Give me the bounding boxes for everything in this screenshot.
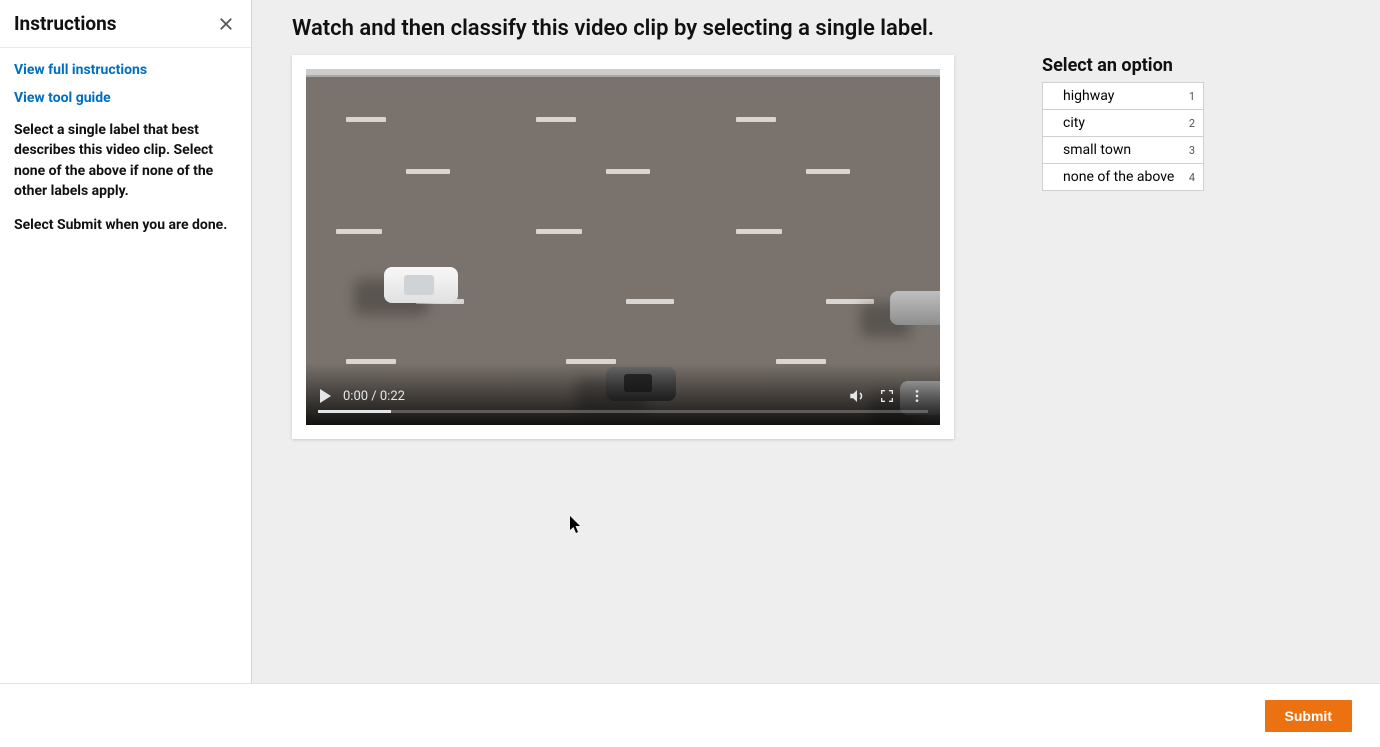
volume-icon[interactable] [848, 387, 866, 405]
cursor-icon [570, 516, 582, 534]
option-small-town[interactable]: small town 3 [1042, 137, 1204, 164]
options-panel: Select an option highway 1 city 2 small … [1042, 55, 1204, 191]
submit-button[interactable]: Submit [1265, 700, 1352, 732]
fullscreen-icon[interactable] [878, 387, 896, 405]
sidebar-title: Instructions [14, 12, 117, 35]
video-frame[interactable]: 0:00 / 0:22 [306, 69, 940, 425]
option-hotkey: 2 [1189, 117, 1195, 130]
option-city[interactable]: city 2 [1042, 110, 1204, 137]
main-content: Watch and then classify this video clip … [252, 0, 1380, 683]
option-hotkey: 1 [1189, 90, 1195, 103]
option-hotkey: 3 [1189, 144, 1195, 157]
options-list: highway 1 city 2 small town 3 none of th… [1042, 82, 1204, 191]
video-time: 0:00 / 0:22 [343, 389, 405, 404]
options-title: Select an option [1042, 55, 1204, 76]
video-progress-bar[interactable] [318, 410, 928, 413]
option-hotkey: 4 [1189, 171, 1195, 184]
option-label: highway [1063, 88, 1114, 104]
more-icon[interactable] [908, 387, 926, 405]
instruction-paragraph-1: Select a single label that best describe… [14, 120, 237, 201]
footer-bar: Submit [0, 683, 1380, 747]
option-label: none of the above [1063, 169, 1174, 185]
video-card: 0:00 / 0:22 [292, 55, 954, 439]
instructions-sidebar: Instructions View full instructions View… [0, 0, 252, 683]
sidebar-header: Instructions [0, 0, 251, 48]
option-none[interactable]: none of the above 4 [1042, 164, 1204, 191]
option-label: small town [1063, 142, 1131, 158]
instruction-paragraph-2: Select Submit when you are done. [14, 215, 237, 235]
view-full-instructions-link[interactable]: View full instructions [14, 62, 237, 78]
play-icon[interactable] [320, 389, 331, 403]
option-label: city [1063, 115, 1085, 131]
view-tool-guide-link[interactable]: View tool guide [14, 90, 237, 106]
sidebar-body: View full instructions View tool guide S… [0, 48, 251, 249]
task-title: Watch and then classify this video clip … [252, 0, 1380, 55]
close-icon[interactable] [215, 13, 237, 35]
option-highway[interactable]: highway 1 [1042, 83, 1204, 110]
